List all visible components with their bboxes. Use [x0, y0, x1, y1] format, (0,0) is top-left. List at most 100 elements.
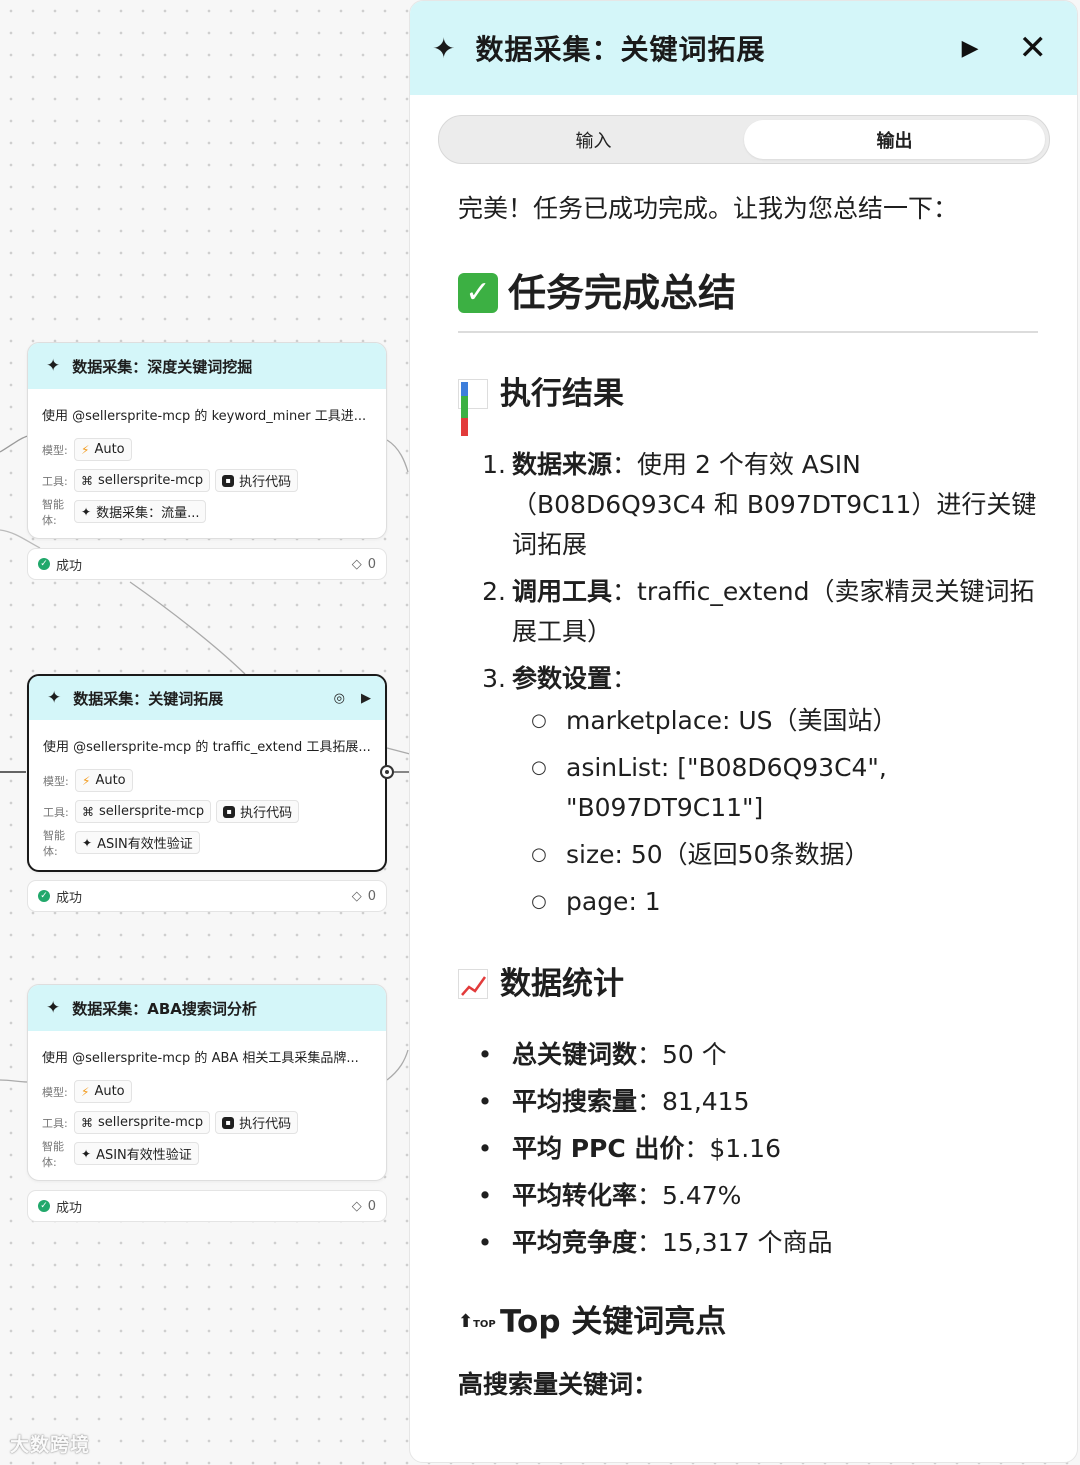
model-value: Auto: [95, 773, 126, 788]
node-title: 数据采集：深度关键词挖掘: [72, 357, 253, 376]
node-header: ✦ 数据采集：ABA搜索词分析: [28, 985, 386, 1031]
sparkle-icon: ✦: [432, 31, 456, 65]
node-agent-row: 智能体: ✦ ASIN有效性验证: [29, 827, 385, 858]
panel-header: ✦ 数据采集：关键词拓展 ▶ ✕: [410, 1, 1077, 95]
bullet-icon: •: [477, 1040, 493, 1069]
bullet-icon: •: [477, 1087, 493, 1116]
node-status-bar[interactable]: ✓ 成功 ◇ 0: [27, 548, 387, 580]
list-number: 1.: [482, 450, 506, 479]
stat-label: 平均转化率: [512, 1181, 638, 1210]
code-icon: ▪: [222, 474, 235, 487]
bullet-icon: •: [477, 1228, 493, 1257]
sparkle-icon: ✦: [81, 1146, 92, 1161]
item-label: 参数设置: [512, 664, 613, 693]
model-label: 模型:: [42, 443, 68, 457]
run-icon[interactable]: ▶: [361, 691, 371, 706]
top-heading-text: Top 关键词亮点: [500, 1304, 727, 1340]
target-icon[interactable]: ◎: [334, 691, 345, 706]
count-value: 0: [367, 1198, 376, 1214]
circle-bullet-icon: ○: [531, 844, 547, 865]
bolt-icon: ⚡: [81, 442, 90, 457]
stats-heading-text: 数据统计: [500, 966, 624, 1002]
mcp-icon: ⌘: [82, 804, 94, 819]
stat-label: 平均竞争度: [512, 1228, 638, 1257]
output-content: 完美！任务已成功完成。让我为您总结一下： ✓ 任务完成总结 执行结果 1. 数据…: [458, 191, 1038, 1405]
success-check-icon: ✓: [38, 558, 50, 570]
item-text: ：: [612, 664, 638, 693]
sparkle-icon: ✦: [46, 356, 61, 376]
list-item: ○ asinList: ["B08D6Q93C4", "B097DT9C11"]: [512, 748, 1038, 828]
list-item: • 总关键词数：50 个: [458, 1035, 1038, 1075]
node-status-bar[interactable]: ✓ 成功 ◇ 0: [27, 880, 387, 912]
node-description: 使用 @sellersprite-mcp 的 traffic_extend 工具…: [43, 740, 371, 755]
count-value: 0: [367, 888, 376, 904]
node-header: ✦ 数据采集：关键词拓展 ◎ ▶: [29, 676, 385, 720]
workflow-node-aba-analysis[interactable]: ✦ 数据采集：ABA搜索词分析 使用 @sellersprite-mcp 的 A…: [27, 984, 387, 1181]
stat-label: 平均搜索量: [512, 1087, 638, 1116]
agent-chip[interactable]: ✦ 数据采集：流量...: [74, 500, 207, 523]
tool-chip-mcp[interactable]: ⌘ sellersprite-mcp: [74, 1111, 211, 1134]
success-check-icon: ✓: [38, 890, 50, 902]
top-arrow-icon: ⬆TOP: [458, 1311, 496, 1332]
model-chip[interactable]: ⚡ Auto: [74, 438, 132, 461]
sparkle-icon: ✦: [47, 688, 62, 708]
mcp-icon: ⌘: [81, 473, 93, 488]
status-text: 成功: [56, 890, 83, 906]
status-text: 成功: [56, 1200, 83, 1216]
stats-list: • 总关键词数：50 个 • 平均搜索量：81,415 • 平均 PPC 出价：$1.…: [458, 1035, 1038, 1263]
list-item: 2. 调用工具：traffic_extend（卖家精灵关键词拓展工具）: [458, 572, 1038, 652]
summary-heading: ✓ 任务完成总结: [458, 269, 1038, 333]
tool-chip-code[interactable]: ▪ 执行代码: [216, 800, 300, 823]
tool-chip-code[interactable]: ▪ 执行代码: [215, 469, 299, 492]
list-item: • 平均转化率：5.47%: [458, 1176, 1038, 1216]
sparkle-icon: ✦: [81, 504, 92, 519]
results-heading-text: 执行结果: [500, 376, 624, 412]
node-tools-row: 工具: ⌘ sellersprite-mcp ▪ 执行代码: [29, 796, 385, 827]
agent-chip[interactable]: ✦ ASIN有效性验证: [74, 1142, 199, 1165]
tab-input[interactable]: 输入: [443, 120, 744, 159]
tab-output[interactable]: 输出: [744, 120, 1045, 159]
count-value: 0: [367, 556, 376, 572]
node-model-row: 模型: ⚡ Auto: [29, 765, 385, 796]
diamond-icon: ◇: [351, 888, 362, 904]
stat-value: ：81,415: [637, 1087, 750, 1116]
run-icon[interactable]: ▶: [962, 36, 979, 61]
node-tools-row: 工具: ⌘ sellersprite-mcp ▪ 执行代码: [28, 465, 386, 496]
param-text: size: 50（返回50条数据）: [566, 840, 870, 869]
model-chip[interactable]: ⚡ Auto: [75, 769, 133, 792]
tool-name: 执行代码: [239, 1117, 292, 1132]
bar-chart-icon: [458, 379, 488, 436]
workflow-node-keyword-expand[interactable]: ✦ 数据采集：关键词拓展 ◎ ▶ 使用 @sellersprite-mcp 的 …: [27, 674, 387, 872]
node-agent-row: 智能体: ✦ ASIN有效性验证: [28, 1138, 386, 1169]
sparkle-icon: ✦: [82, 835, 93, 850]
tool-chip-mcp[interactable]: ⌘ sellersprite-mcp: [74, 469, 211, 492]
workflow-canvas[interactable]: ✦ 数据采集：深度关键词挖掘 使用 @sellersprite-mcp 的 ke…: [0, 0, 411, 1465]
agent-label: 智能体:: [42, 1139, 64, 1169]
circle-bullet-icon: ○: [531, 757, 547, 778]
node-model-row: 模型: ⚡ Auto: [28, 1076, 386, 1107]
top-keywords-heading: ⬆TOP Top 关键词亮点: [458, 1301, 1038, 1343]
tool-chip-mcp[interactable]: ⌘ sellersprite-mcp: [75, 800, 212, 823]
stat-label: 平均 PPC 出价: [512, 1134, 685, 1163]
close-icon[interactable]: ✕: [1019, 31, 1048, 65]
tool-chip-code[interactable]: ▪ 执行代码: [215, 1111, 299, 1134]
diamond-icon: ◇: [351, 1198, 362, 1214]
model-label: 模型:: [42, 1085, 68, 1099]
watermark-logo: 大数跨境: [10, 1434, 91, 1456]
output-handle[interactable]: [380, 765, 394, 779]
intro-text: 完美！任务已成功完成。让我为您总结一下：: [458, 194, 959, 223]
agent-chip[interactable]: ✦ ASIN有效性验证: [75, 831, 200, 854]
model-chip[interactable]: ⚡ Auto: [74, 1080, 132, 1103]
stat-value: ：15,317 个商品: [637, 1228, 833, 1257]
node-header: ✦ 数据采集：深度关键词挖掘: [28, 343, 386, 389]
bullet-icon: •: [477, 1181, 493, 1210]
list-number: 3.: [482, 664, 506, 693]
node-status-bar[interactable]: ✓ 成功 ◇ 0: [27, 1190, 387, 1222]
tool-name: 执行代码: [239, 475, 292, 490]
stats-heading: 数据统计: [458, 963, 1038, 1005]
list-item: ○ page: 1: [512, 882, 1038, 922]
tools-label: 工具:: [42, 1116, 68, 1130]
agent-name: ASIN有效性验证: [96, 1148, 192, 1163]
workflow-node-keyword-mining[interactable]: ✦ 数据采集：深度关键词挖掘 使用 @sellersprite-mcp 的 ke…: [27, 342, 387, 539]
item-label: 数据来源: [512, 450, 613, 479]
